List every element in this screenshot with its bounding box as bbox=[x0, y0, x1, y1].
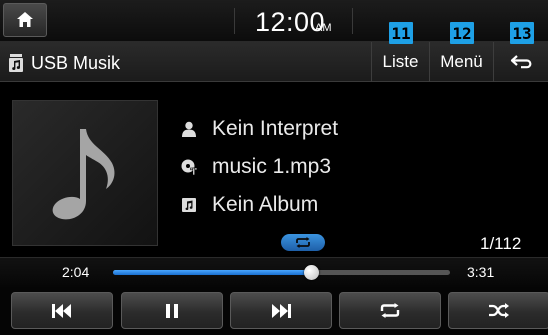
album-icon bbox=[181, 196, 197, 214]
person-icon bbox=[181, 120, 197, 138]
album-row: Kein Album bbox=[181, 193, 318, 217]
elapsed-time: 2:04 bbox=[62, 264, 90, 280]
shuffle-button[interactable] bbox=[448, 292, 548, 329]
next-track-icon bbox=[272, 303, 291, 318]
source-title: USB Musik bbox=[31, 53, 121, 73]
repeat-icon bbox=[296, 237, 310, 248]
song-icon bbox=[181, 158, 197, 176]
next-track-button[interactable] bbox=[230, 292, 332, 329]
status-divider bbox=[352, 8, 353, 34]
usb-music-icon bbox=[9, 54, 23, 77]
progress-slider[interactable] bbox=[113, 265, 450, 280]
progress-fill bbox=[113, 270, 312, 275]
title-row: music 1.mp3 bbox=[181, 155, 331, 179]
callout-tag-list: 11 bbox=[389, 22, 413, 44]
menu-button[interactable]: Menü bbox=[429, 42, 493, 82]
header-bar: USB Musik Liste Menü bbox=[0, 42, 548, 82]
back-button[interactable] bbox=[493, 42, 548, 82]
shuffle-icon bbox=[489, 303, 509, 318]
progress-area: 2:04 3:31 bbox=[0, 257, 548, 287]
pause-icon bbox=[166, 303, 178, 318]
playback-controls bbox=[0, 287, 548, 335]
pause-button[interactable] bbox=[121, 292, 223, 329]
home-icon bbox=[17, 12, 33, 27]
clock-ampm: AM bbox=[315, 22, 332, 34]
list-button-label: Liste bbox=[382, 52, 419, 71]
progress-knob[interactable] bbox=[304, 265, 320, 280]
home-button[interactable] bbox=[3, 3, 47, 37]
menu-button-label: Menü bbox=[440, 52, 483, 71]
previous-track-button[interactable] bbox=[11, 292, 113, 329]
status-divider bbox=[234, 8, 235, 34]
album-cover bbox=[12, 100, 158, 246]
repeat-icon bbox=[380, 303, 400, 318]
track-count: 1/112 bbox=[480, 234, 522, 253]
back-arrow-icon bbox=[510, 55, 532, 69]
artist-row: Kein Interpret bbox=[181, 117, 338, 141]
repeat-button[interactable] bbox=[339, 292, 441, 329]
repeat-status-badge bbox=[281, 234, 325, 251]
callout-tag-back: 13 bbox=[510, 22, 534, 44]
album-label: Kein Album bbox=[212, 193, 319, 216]
list-button[interactable]: Liste bbox=[371, 42, 429, 82]
music-note-icon bbox=[52, 129, 115, 220]
song-title-label: music 1.mp3 bbox=[212, 155, 332, 178]
total-time: 3:31 bbox=[467, 264, 495, 280]
callout-tag-menu: 12 bbox=[450, 22, 474, 44]
previous-track-icon bbox=[52, 303, 71, 318]
artist-label: Kein Interpret bbox=[212, 117, 339, 140]
